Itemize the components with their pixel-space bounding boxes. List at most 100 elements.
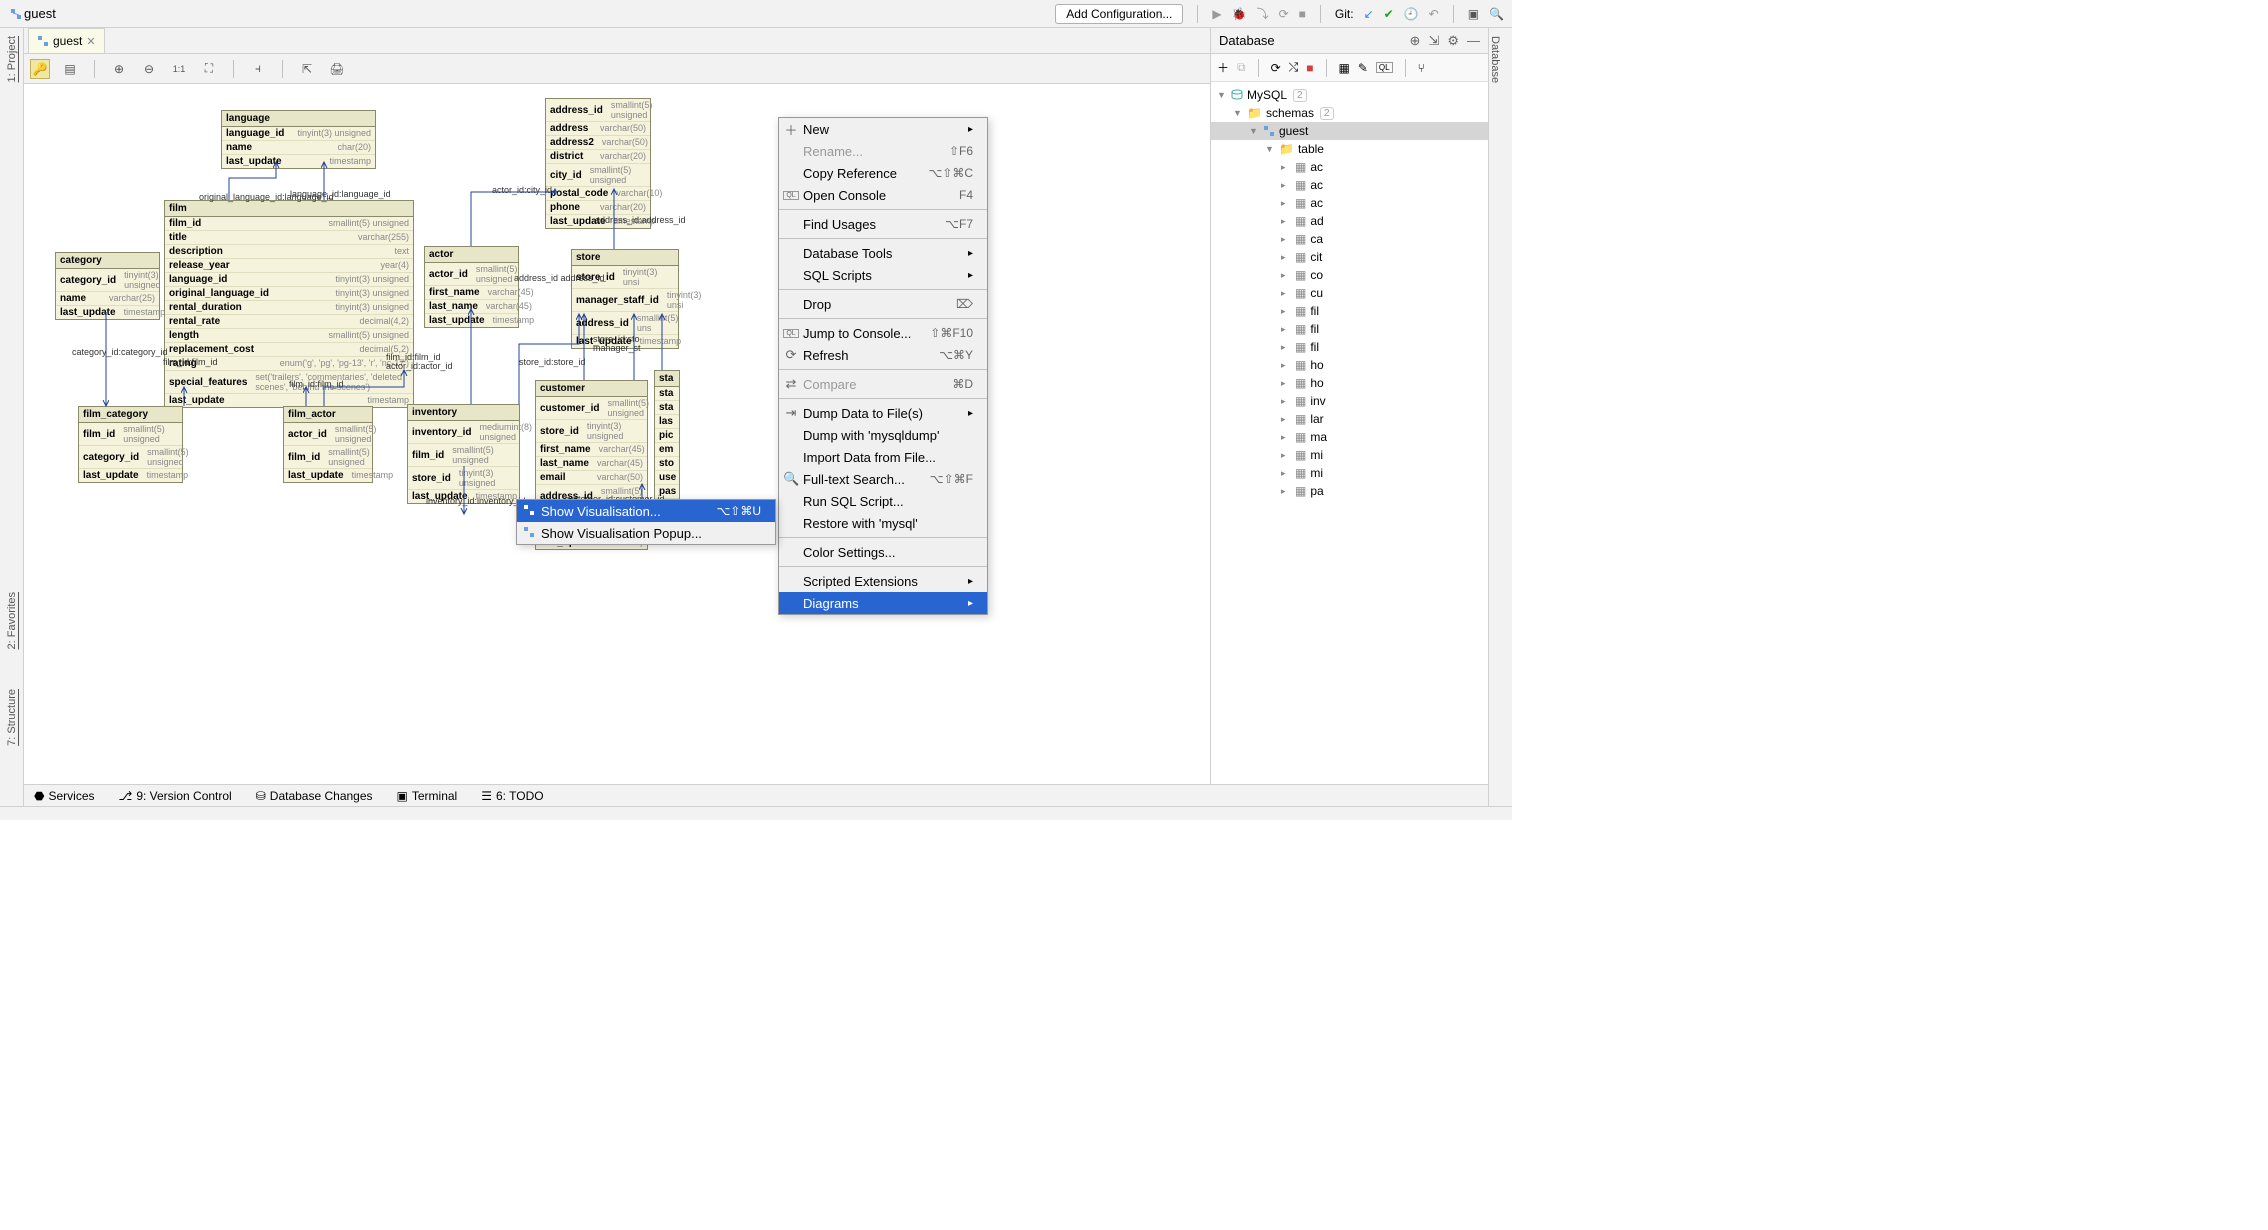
tree-table-item[interactable]: ▸▦ad xyxy=(1211,212,1488,230)
column-row[interactable]: phonevarchar(20) xyxy=(546,201,650,215)
tree-table-item[interactable]: ▸▦fil xyxy=(1211,338,1488,356)
tree-table-item[interactable]: ▸▦pa xyxy=(1211,482,1488,500)
tree-table-item[interactable]: ▸▦ac xyxy=(1211,194,1488,212)
column-row[interactable]: descriptiontext xyxy=(165,245,413,259)
diagram-canvas[interactable]: language language_idtinyint(3) unsignedn… xyxy=(24,84,1210,806)
entity-category[interactable]: category category_idtinyint(3) unsignedn… xyxy=(55,252,160,320)
column-row[interactable]: postal_codevarchar(10) xyxy=(546,187,650,201)
ctx-copy-reference[interactable]: Copy Reference⌥⇧⌘C xyxy=(779,162,987,184)
column-row[interactable]: namevarchar(25) xyxy=(56,292,159,306)
submenu-show-visualisation-popup[interactable]: Show Visualisation Popup... xyxy=(517,522,775,544)
column-row[interactable]: original_language_idtinyint(3) unsigned xyxy=(165,287,413,301)
column-row[interactable]: film_idsmallint(5) unsigned xyxy=(284,446,372,469)
ctx-run-sql-script[interactable]: Run SQL Script... xyxy=(779,490,987,512)
run-icon[interactable]: ▶ xyxy=(1212,7,1221,21)
add-configuration-button[interactable]: Add Configuration... xyxy=(1055,4,1183,24)
submenu-show-visualisation[interactable]: Show Visualisation...⌥⇧⌘U xyxy=(517,500,775,522)
tree-table-item[interactable]: ▸▦inv xyxy=(1211,392,1488,410)
tree-table-item[interactable]: ▸▦ca xyxy=(1211,230,1488,248)
column-row[interactable]: film_idsmallint(5) unsigned xyxy=(165,217,413,231)
tree-table-item[interactable]: ▸▦cit xyxy=(1211,248,1488,266)
column-row[interactable]: city_idsmallint(5) unsigned xyxy=(546,164,650,187)
database-tool-button[interactable]: Database xyxy=(1489,36,1501,83)
entity-address[interactable]: address_idsmallint(5) unsignedaddressvar… xyxy=(545,98,651,229)
column-row[interactable]: store_idtinyint(3) unsigned xyxy=(408,467,519,490)
ctx-restore-mysql[interactable]: Restore with 'mysql' xyxy=(779,512,987,534)
entity-film-actor[interactable]: film_actor actor_idsmallint(5) unsignedf… xyxy=(283,406,373,483)
column-row[interactable]: address2varchar(50) xyxy=(546,136,650,150)
zoom-in-icon[interactable]: ⊕ xyxy=(109,59,129,79)
entity-actor[interactable]: actor actor_idsmallint(5) unsignedfirst_… xyxy=(424,246,519,328)
column-row[interactable]: first_namevarchar(45) xyxy=(425,286,518,300)
entity-film-category[interactable]: film_category film_idsmallint(5) unsigne… xyxy=(78,406,183,483)
column-row[interactable]: last_updatetimestamp xyxy=(284,469,372,482)
tree-table-item[interactable]: ▸▦fil xyxy=(1211,320,1488,338)
column-row[interactable]: rental_durationtinyint(3) unsigned xyxy=(165,301,413,315)
fit-content-icon[interactable]: ⛶ xyxy=(199,59,219,79)
column-row[interactable]: districtvarchar(20) xyxy=(546,150,650,164)
run-anything-icon[interactable]: ▣ xyxy=(1468,7,1479,21)
database-changes-tool-button[interactable]: ⛁Database Changes xyxy=(256,789,373,803)
ctx-database-tools[interactable]: Database Tools▸ xyxy=(779,242,987,264)
tree-table-item[interactable]: ▸▦co xyxy=(1211,266,1488,284)
column-row[interactable]: manager_staff_idtinyint(3) unsi xyxy=(572,289,678,312)
todo-tool-button[interactable]: ☰6: TODO xyxy=(481,789,543,803)
tree-table-item[interactable]: ▸▦lar xyxy=(1211,410,1488,428)
column-row[interactable]: category_idsmallint(5) unsigned xyxy=(79,446,182,469)
ctx-import-data[interactable]: Import Data from File... xyxy=(779,446,987,468)
tree-tables-folder[interactable]: ▼ 📁 table xyxy=(1211,140,1488,158)
column-row[interactable]: store_idtinyint(3) unsigned xyxy=(536,420,647,443)
rollback-icon[interactable]: ↶ xyxy=(1429,7,1439,21)
column-row[interactable]: last_namevarchar(45) xyxy=(536,457,647,471)
column-row[interactable]: addressvarchar(50) xyxy=(546,122,650,136)
column-row[interactable]: actor_idsmallint(5) unsigned xyxy=(425,263,518,286)
structure-tool-button[interactable]: 7: Structure xyxy=(6,689,18,746)
ctx-drop[interactable]: Drop⌦ xyxy=(779,293,987,315)
ctx-new[interactable]: ＋New▸ xyxy=(779,118,987,140)
ctx-dump-mysqldump[interactable]: Dump with 'mysqldump' xyxy=(779,424,987,446)
ctx-diagrams[interactable]: Diagrams▸ xyxy=(779,592,987,614)
ctx-color-settings[interactable]: Color Settings... xyxy=(779,541,987,563)
ctx-jump-to-console[interactable]: QLJump to Console...⇧⌘F10 xyxy=(779,322,987,344)
table-icon[interactable]: ▦ xyxy=(1339,61,1350,75)
export-icon[interactable]: ⇱ xyxy=(297,59,317,79)
column-row[interactable]: language_idtinyint(3) unsigned xyxy=(222,127,375,141)
profile-icon[interactable]: ⟳ xyxy=(1279,7,1289,21)
favorites-tool-button[interactable]: 2: Favorites xyxy=(6,592,18,649)
stop-icon[interactable]: ■ xyxy=(1306,61,1313,75)
column-row[interactable]: language_idtinyint(3) unsigned xyxy=(165,273,413,287)
column-row[interactable]: last_updatetimestamp xyxy=(222,155,375,168)
update-icon[interactable]: ↙ xyxy=(1364,7,1374,21)
column-row[interactable]: film_idsmallint(5) unsigned xyxy=(79,423,182,446)
column-row[interactable]: replacement_costdecimal(5,2) xyxy=(165,343,413,357)
tree-table-item[interactable]: ▸▦mi xyxy=(1211,464,1488,482)
tree-table-item[interactable]: ▸▦cu xyxy=(1211,284,1488,302)
column-row[interactable]: first_namevarchar(45) xyxy=(536,443,647,457)
tree-schema-guest[interactable]: ▼ guest xyxy=(1211,122,1488,140)
column-row[interactable]: customer_idsmallint(5) unsigned xyxy=(536,397,647,420)
column-row[interactable]: rental_ratedecimal(4,2) xyxy=(165,315,413,329)
column-row[interactable]: last_namevarchar(45) xyxy=(425,300,518,314)
column-row[interactable]: release_yearyear(4) xyxy=(165,259,413,273)
editor-tab-guest[interactable]: guest ✕ xyxy=(28,28,105,53)
ctx-refresh[interactable]: ⟳Refresh⌥⌘Y xyxy=(779,344,987,366)
sync-icon[interactable]: ⤭ xyxy=(1289,60,1299,75)
ctx-sql-scripts[interactable]: SQL Scripts▸ xyxy=(779,264,987,286)
hide-icon[interactable]: — xyxy=(1467,33,1480,49)
column-row[interactable]: lengthsmallint(5) unsigned xyxy=(165,329,413,343)
tree-table-item[interactable]: ▸▦ac xyxy=(1211,158,1488,176)
commit-icon[interactable]: ✔ xyxy=(1384,7,1394,21)
ctx-find-usages[interactable]: Find Usages⌥F7 xyxy=(779,213,987,235)
column-row[interactable]: actor_idsmallint(5) unsigned xyxy=(284,423,372,446)
db-tree[interactable]: ▼ MySQL 2 ▼ 📁 schemas 2 ▼ guest ▼ 📁 tabl… xyxy=(1211,82,1488,806)
tree-table-item[interactable]: ▸▦ma xyxy=(1211,428,1488,446)
version-control-tool-button[interactable]: ⎇9: Version Control xyxy=(119,789,232,803)
column-row[interactable]: emailvarchar(50) xyxy=(536,471,647,485)
add-icon[interactable]: ＋ xyxy=(1217,59,1229,76)
coverage-icon[interactable]: ⤵ xyxy=(1257,5,1269,22)
target-icon[interactable]: ⊕ xyxy=(1410,33,1421,49)
tree-datasource[interactable]: ▼ MySQL 2 xyxy=(1211,86,1488,104)
key-icon[interactable]: 🔑 xyxy=(30,59,50,79)
ctx-scripted-extensions[interactable]: Scripted Extensions▸ xyxy=(779,570,987,592)
print-icon[interactable]: 🖨 xyxy=(327,59,347,79)
